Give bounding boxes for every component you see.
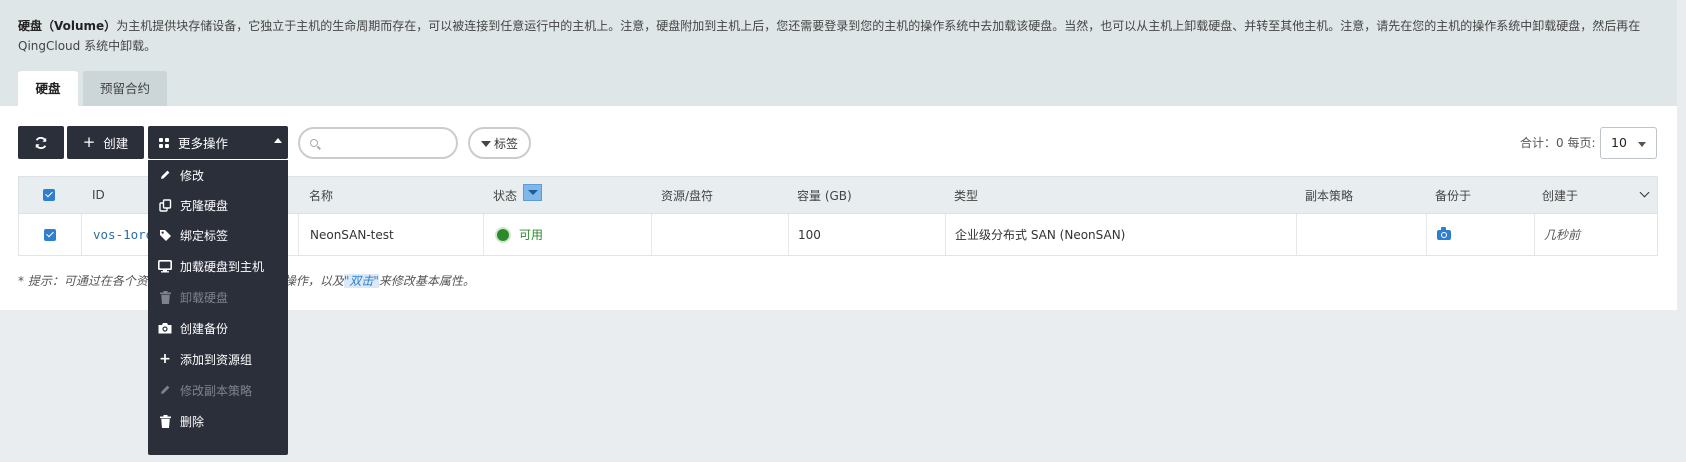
row-name-cell: NeonSAN-test (298, 214, 483, 255)
row-select-cell (19, 214, 81, 255)
header-name[interactable]: 名称 (309, 177, 333, 213)
camera-icon (158, 322, 172, 334)
status-filter-button[interactable] (523, 183, 543, 201)
hint-suffix: 来修改基本属性。 (378, 274, 475, 288)
row-resource-cell (651, 214, 788, 255)
clone-icon (158, 198, 172, 212)
header-type: 类型 (954, 188, 979, 203)
header-created[interactable]: 创建于 (1542, 177, 1578, 213)
menu-item-label: 克隆硬盘 (180, 198, 229, 213)
trash-icon (158, 414, 172, 428)
status-text: 可用 (519, 228, 544, 242)
created-time: 几秒前 (1544, 228, 1581, 242)
menu-item-modify-replica-policy[interactable]: 修改副本策略 (148, 375, 288, 405)
menu-item-label: 删除 (180, 414, 205, 429)
menu-item-detach-volume[interactable]: 卸载硬盘 (148, 282, 288, 312)
header-capacity[interactable]: 容量 (GB) (797, 177, 852, 213)
status-dot-icon (495, 226, 511, 243)
tag-filter-button[interactable]: 标签 (468, 127, 531, 159)
row-replica-cell (1296, 214, 1426, 255)
pencil-icon (158, 169, 172, 181)
row-type-cell: 企业级分布式 SAN (NeonSAN) (945, 214, 1296, 255)
row-created-cell: 几秒前 (1534, 214, 1659, 255)
refresh-button[interactable] (18, 126, 64, 159)
select-all-cell (43, 177, 55, 213)
volume-id-link[interactable]: vos-1ore (93, 227, 153, 242)
intro-title: 硬盘（Volume） (18, 19, 117, 33)
menu-item-attach-volume[interactable]: 加载硬盘到主机 (148, 251, 288, 281)
menu-item-bind-tag[interactable]: 绑定标签 (148, 220, 288, 250)
menu-item-create-backup[interactable]: 创建备份 (148, 313, 288, 343)
menu-item-label: 修改副本策略 (180, 383, 253, 398)
camera-icon[interactable] (1437, 226, 1451, 240)
menu-item-modify[interactable]: 修改 (148, 160, 288, 190)
tab-reserved-contracts[interactable]: 预留合约 (83, 71, 167, 106)
menu-item-add-to-resource-group[interactable]: + 添加到资源组 (148, 344, 288, 374)
menu-item-label: 卸载硬盘 (180, 290, 229, 305)
refresh-icon (35, 136, 47, 149)
chevron-down-icon (1639, 187, 1650, 197)
filter-icon (480, 141, 491, 147)
hint-middle: 操作，以及 (283, 274, 344, 288)
caret-up-icon (274, 138, 282, 143)
trash-icon (158, 290, 172, 304)
tag-icon (158, 229, 172, 242)
page-size-select[interactable]: 10 (1600, 127, 1657, 159)
header-status: 状态 (493, 177, 543, 213)
monitor-icon (158, 259, 172, 273)
row-capacity-cell: 100 (788, 214, 945, 255)
menu-item-label: 绑定标签 (180, 228, 229, 243)
search-input[interactable] (322, 133, 450, 153)
header-status-label: 状态 (493, 188, 518, 203)
intro-text: 为主机提供块存储设备，它独立于主机的生命周期而存在，可以被连接到任意运行中的主机… (18, 19, 1641, 53)
header-replica: 副本策略 (1305, 188, 1354, 203)
intro-description: 硬盘（Volume）为主机提供块存储设备，它独立于主机的生命周期而存在，可以被连… (18, 16, 1643, 56)
menu-item-label: 添加到资源组 (180, 352, 253, 367)
plus-icon: + (159, 351, 171, 367)
chevron-down-icon (1638, 142, 1646, 147)
plus-icon: + (82, 133, 96, 151)
header-id[interactable]: ID (92, 177, 105, 213)
menu-item-clone-volume[interactable]: 克隆硬盘 (148, 190, 288, 220)
menu-item-label: 创建备份 (180, 321, 229, 336)
grid-icon (159, 137, 169, 148)
more-actions-label: 更多操作 (178, 136, 229, 151)
hint-prefix: * 提示：可通过在各个资 (18, 274, 148, 288)
more-actions-button[interactable]: 更多操作 (148, 126, 288, 159)
row-status-cell: 可用 (483, 214, 651, 255)
tag-filter-label: 标签 (493, 136, 518, 151)
hint-highlight: "双击" (343, 274, 379, 288)
row-checkbox[interactable] (44, 228, 56, 241)
record-summary: 合计：0 每页: (1520, 136, 1596, 150)
menu-item-label: 修改 (180, 168, 205, 183)
create-button[interactable]: + 创建 (67, 126, 144, 159)
select-all-checkbox[interactable] (43, 189, 55, 201)
pencil-icon (158, 384, 172, 396)
menu-item-label: 加载硬盘到主机 (180, 259, 265, 274)
tab-volumes[interactable]: 硬盘 (18, 71, 78, 106)
search-box (298, 127, 458, 159)
create-button-label: 创建 (103, 136, 129, 151)
row-backup-cell (1426, 214, 1534, 255)
more-actions-menu: 修改 克隆硬盘 绑定标签 加载硬盘到主机 卸载硬盘 创建备份 + 添加到资源组 (148, 160, 288, 455)
intro-banner: 硬盘（Volume）为主机提供块存储设备，它独立于主机的生命周期而存在，可以被连… (0, 0, 1677, 106)
header-resource: 资源/盘符 (661, 188, 714, 203)
column-settings[interactable] (1639, 177, 1650, 213)
header-backup: 备份于 (1435, 188, 1472, 203)
search-icon (310, 139, 318, 147)
page-size-value: 10 (1611, 135, 1627, 150)
menu-item-delete[interactable]: 删除 (148, 406, 288, 436)
